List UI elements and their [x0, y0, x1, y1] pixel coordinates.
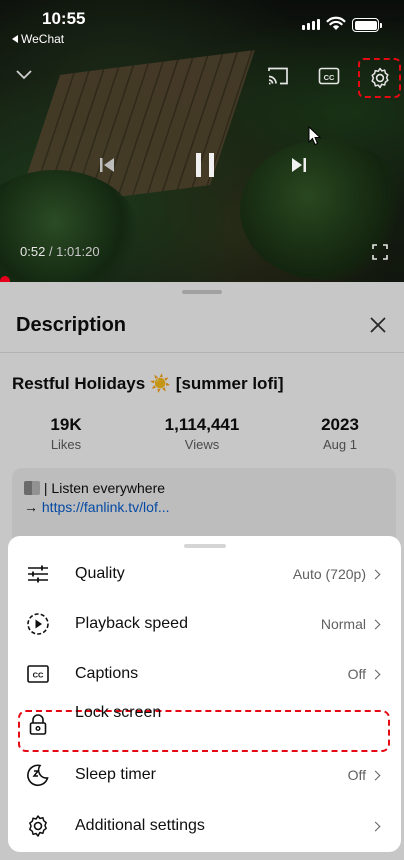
chevron-right-icon — [370, 770, 381, 780]
setting-value — [370, 821, 381, 831]
svg-text:CC: CC — [324, 73, 335, 82]
sleep-timer-icon — [27, 764, 49, 787]
previous-icon[interactable] — [96, 154, 118, 176]
back-to-app-link[interactable]: WeChat — [12, 32, 64, 46]
chevron-right-icon — [370, 569, 381, 579]
wifi-icon — [326, 16, 346, 30]
pause-icon[interactable] — [190, 148, 220, 182]
chevron-right-icon — [370, 669, 381, 679]
gear-icon — [29, 815, 47, 837]
setting-label: Sleep timer — [75, 766, 156, 783]
cast-icon[interactable] — [266, 66, 290, 86]
setting-value: Off — [348, 666, 381, 682]
chevron-right-icon — [370, 821, 381, 831]
setting-label: Lock screen — [75, 704, 162, 721]
setting-captions[interactable]: CC Captions Off — [8, 649, 401, 699]
setting-lock-screen[interactable]: Lock screen — [8, 700, 401, 750]
settings-sheet: Quality Auto (720p) Playback speed Norma… — [8, 536, 401, 852]
chevron-right-icon — [370, 619, 381, 629]
setting-label: Playback speed — [75, 615, 188, 632]
fullscreen-icon[interactable] — [372, 244, 388, 260]
setting-label: Additional settings — [75, 817, 205, 834]
quality-sliders-icon — [28, 565, 48, 583]
captions-icon[interactable]: CC — [318, 66, 340, 86]
setting-label: Quality — [75, 565, 125, 582]
status-time: 10:55 — [42, 9, 86, 28]
setting-quality[interactable]: Quality Auto (720p) — [8, 549, 401, 599]
battery-icon — [352, 18, 382, 32]
setting-sleep-timer[interactable]: Sleep timer Off — [8, 750, 401, 800]
setting-label: Captions — [75, 665, 139, 682]
setting-value: Normal — [321, 616, 381, 632]
duration: 1:01:20 — [56, 244, 100, 259]
current-time: 0:52 — [20, 244, 46, 259]
status-bar: 10:55 WeChat — [0, 0, 404, 50]
setting-value: Off — [348, 767, 381, 783]
captions-icon: CC — [27, 665, 49, 683]
back-caret-icon — [12, 35, 18, 43]
cursor-icon — [308, 126, 322, 146]
svg-text:CC: CC — [33, 671, 44, 680]
setting-value: Auto (720p) — [293, 566, 381, 582]
lock-icon — [29, 714, 47, 735]
playback-speed-icon — [27, 613, 49, 635]
gear-highlight-annotation — [358, 58, 401, 98]
video-player[interactable]: 10:55 WeChat CC 0:52 / 1:01:20 — [0, 0, 404, 282]
setting-playback-speed[interactable]: Playback speed Normal — [8, 599, 401, 649]
signal-icon — [302, 19, 320, 30]
time-display: 0:52 / 1:01:20 — [20, 244, 100, 259]
next-icon[interactable] — [288, 154, 310, 176]
setting-additional[interactable]: Additional settings — [8, 801, 401, 851]
chevron-down-icon[interactable] — [14, 66, 34, 82]
sheet-drag-handle[interactable] — [184, 544, 226, 548]
back-app-label: WeChat — [21, 32, 65, 46]
